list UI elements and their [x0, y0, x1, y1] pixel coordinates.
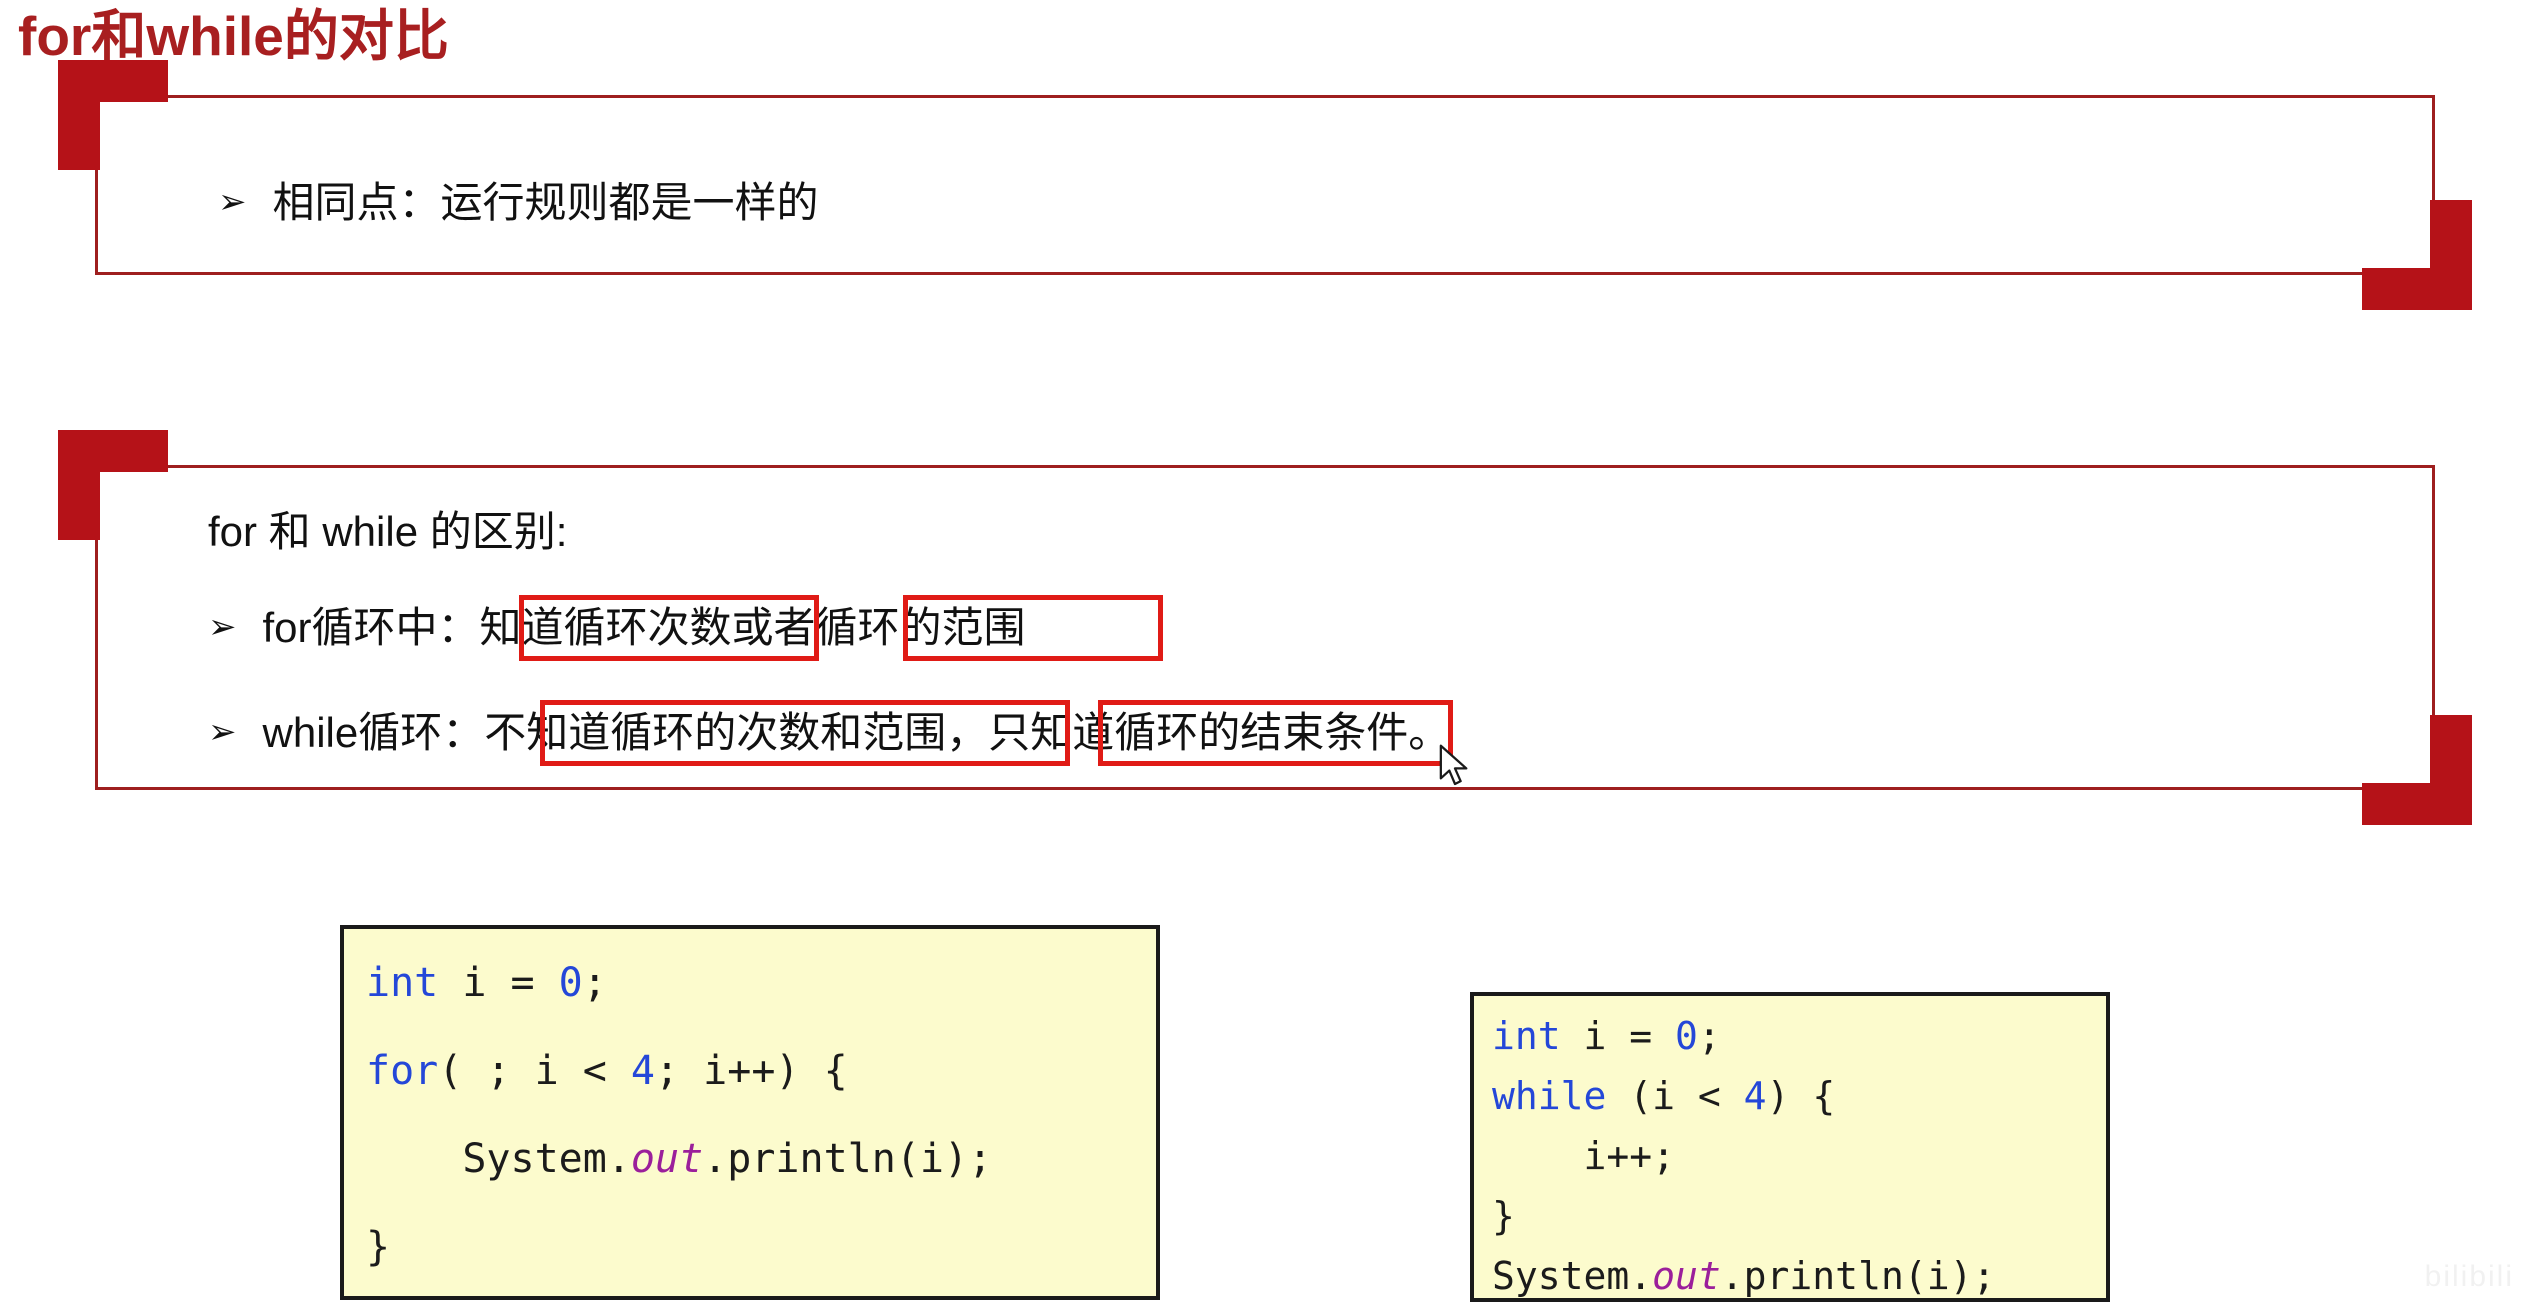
code-line: while (i < 4) { [1492, 1074, 1836, 1118]
code-line: System.out.println(i); [366, 1136, 993, 1182]
panel-corner-bottom-right-decoration [2362, 715, 2472, 825]
arrow-bullet-icon: ➢ [208, 713, 237, 751]
code-line: i++; [1492, 1134, 1676, 1178]
bullet-same-points: ➢ 相同点：运行规则都是一样的 [218, 178, 819, 228]
bullet-for-loop-highlight-two: 循环的范围 [815, 604, 1026, 651]
bullet-for-loop-prefix: for循环中： [262, 604, 480, 651]
bullet-for-loop-highlight-one: 知道循环次数 [479, 604, 732, 651]
code-line: int i = 0; [1492, 1014, 1721, 1058]
code-block-for-loop: int i = 0; for( ; i < 4; i++) { System.ou… [340, 925, 1160, 1300]
code-line: for( ; i < 4; i++) { [366, 1048, 848, 1094]
code-block-while-loop: int i = 0; while (i < 4) { i++;} System.ou… [1470, 992, 2110, 1302]
arrow-bullet-icon: ➢ [218, 183, 247, 221]
bullet-while-loop: ➢ while循环： 不知道循环的次数和范围 ， 只知道循环的结 束条件。 [208, 708, 1450, 758]
watermark-logo: bilibili [2424, 1260, 2514, 1293]
mouse-cursor-icon [1439, 744, 1468, 786]
bullet-while-loop-highlight-one: 不知道循环的次数和范围 [484, 709, 947, 756]
panel-corner-top-left-decoration [58, 60, 168, 170]
code-line: } [1492, 1194, 1515, 1238]
panel-same-points: ➢ 相同点：运行规则都是一样的 [58, 60, 2472, 310]
panel-corner-top-left-decoration [58, 430, 168, 540]
bullet-while-loop-prefix: while循环： [262, 709, 485, 756]
differences-heading: for 和 while 的区别: [208, 508, 568, 555]
code-line: int i = 0; [366, 960, 607, 1006]
arrow-bullet-icon: ➢ [208, 608, 237, 646]
bullet-for-loop: ➢ for循环中： 知道循环次数 或者 循环的范围 [208, 603, 1026, 653]
bullet-while-loop-middle: ， [946, 709, 989, 756]
bullet-while-loop-suffix: 束条件。 [1282, 709, 1451, 756]
panel-corner-bottom-right-decoration [2362, 200, 2472, 310]
panel-differences: for 和 while 的区别: ➢ for循环中： 知道循环次数 或者 循环的… [58, 430, 2472, 825]
bullet-same-points-label: 相同点：运行规则都是一样的 [272, 179, 819, 226]
code-line: System.out.println(i); [1492, 1254, 1996, 1298]
bullet-for-loop-middle: 或者 [731, 604, 816, 651]
page-title: for和while的对比 [18, 5, 449, 67]
code-line: } [366, 1224, 391, 1270]
bullet-while-loop-highlight-two: 只知道循环的结 [988, 709, 1283, 756]
